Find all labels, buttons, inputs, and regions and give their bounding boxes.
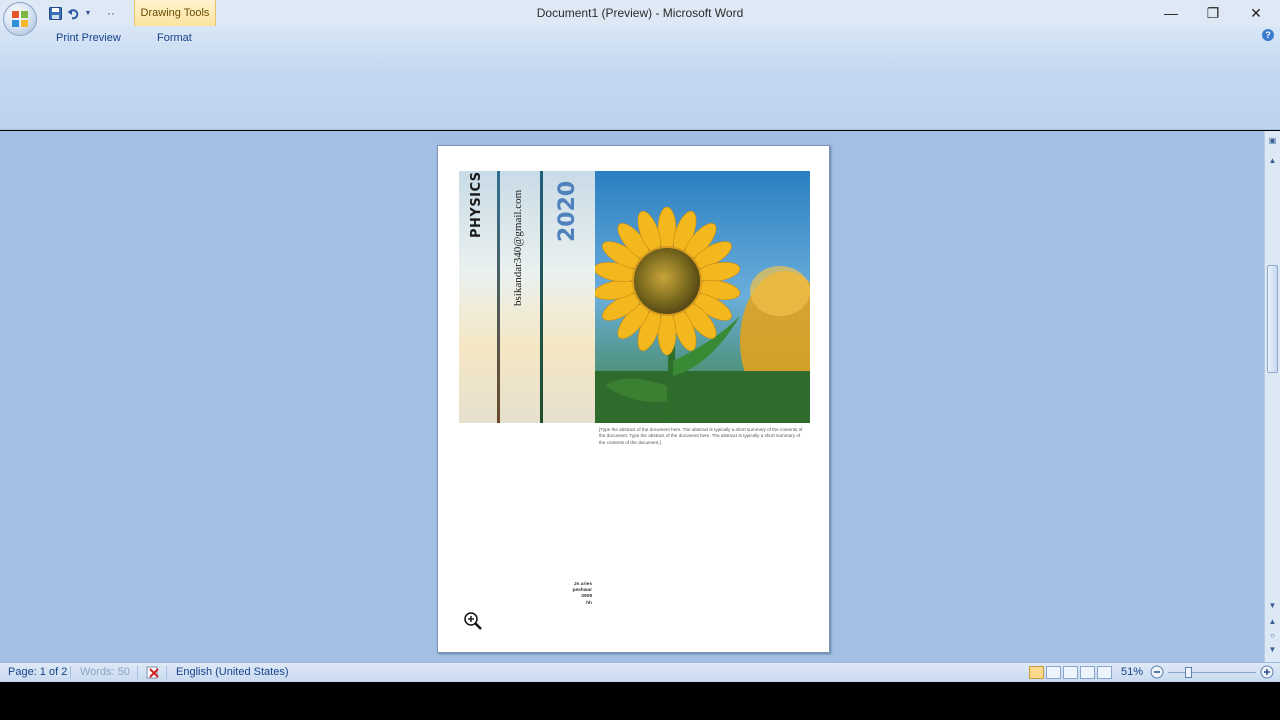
ruler-toggle-icon[interactable]: ▣ [1265,135,1280,147]
document-workspace[interactable]: PHYSICS bsikandar340@gmail.com 2020 [Typ… [0,131,1264,662]
undo-icon[interactable] [66,6,80,20]
scroll-down-arrow-icon[interactable]: ▼ [1265,600,1280,612]
select-browse-object-icon[interactable]: ○ [1265,630,1280,642]
cover-subject: PHYSICS [469,171,484,238]
page-count[interactable]: Page: 1 of 2 [8,663,67,682]
tab-format[interactable]: Format [149,28,200,48]
zoom-level[interactable]: 51% [1121,663,1143,682]
sunflower-image[interactable] [595,171,810,423]
status-bar: Page: 1 of 2 Words: 50 English (United S… [0,662,1280,682]
minimize-button[interactable]: — [1149,0,1193,26]
close-button[interactable]: ✕ [1234,0,1278,26]
word-count[interactable]: Words: 50 [80,663,130,682]
office-button[interactable] [3,2,37,36]
draft-view-button[interactable] [1097,666,1112,679]
save-icon[interactable] [48,6,62,20]
office-logo-icon [12,11,28,27]
print-layout-view-button[interactable] [1029,666,1044,679]
outline-view-button[interactable] [1080,666,1095,679]
ribbon: Print Preview Format ? [0,26,1280,130]
quick-access-toolbar: ▼ ·· [40,4,116,22]
language-indicator[interactable]: English (United States) [176,663,289,682]
zoom-slider-track[interactable] [1168,672,1256,673]
customize-quick-access-icon[interactable]: ·· [106,6,116,20]
vertical-scrollbar[interactable]: ▣ ▲ ▼ ▲ ○ ▼ [1264,131,1280,662]
web-layout-view-button[interactable] [1063,666,1078,679]
document-page[interactable]: PHYSICS bsikandar340@gmail.com 2020 [Typ… [437,145,830,653]
dropdown-arrow-icon[interactable]: ▼ [84,6,92,20]
help-icon[interactable]: ? [1262,29,1274,41]
divider [70,666,71,679]
cover-year: 2020 [555,180,580,242]
next-page-icon[interactable]: ▼ [1265,644,1280,656]
divider [137,666,138,679]
contextual-tab-drawing-tools: Drawing Tools [134,0,216,26]
divider [166,666,167,679]
cover-abstract: [Type the abstract of the document here.… [599,427,803,445]
address-line: hh [586,600,592,606]
cover-email: bsikandar340@gmail.com [512,189,524,306]
cover-divider-bar [540,171,543,423]
tab-print-preview[interactable]: Print Preview [48,28,129,48]
cover-address: Jn aries peshwar 0908 hh [548,582,592,607]
cover-divider-bar [497,171,500,423]
restore-button[interactable]: ❐ [1191,0,1235,26]
scroll-up-arrow-icon[interactable]: ▲ [1265,155,1280,167]
title-bar: ▼ ·· Drawing Tools Document1 (Preview) -… [0,0,1280,26]
taskbar-area [0,682,1280,720]
zoom-slider-thumb[interactable] [1185,667,1193,678]
zoom-magnifier-icon [464,612,482,630]
previous-page-icon[interactable]: ▲ [1265,616,1280,628]
full-screen-reading-view-button[interactable] [1046,666,1061,679]
scrollbar-thumb[interactable] [1267,265,1278,373]
